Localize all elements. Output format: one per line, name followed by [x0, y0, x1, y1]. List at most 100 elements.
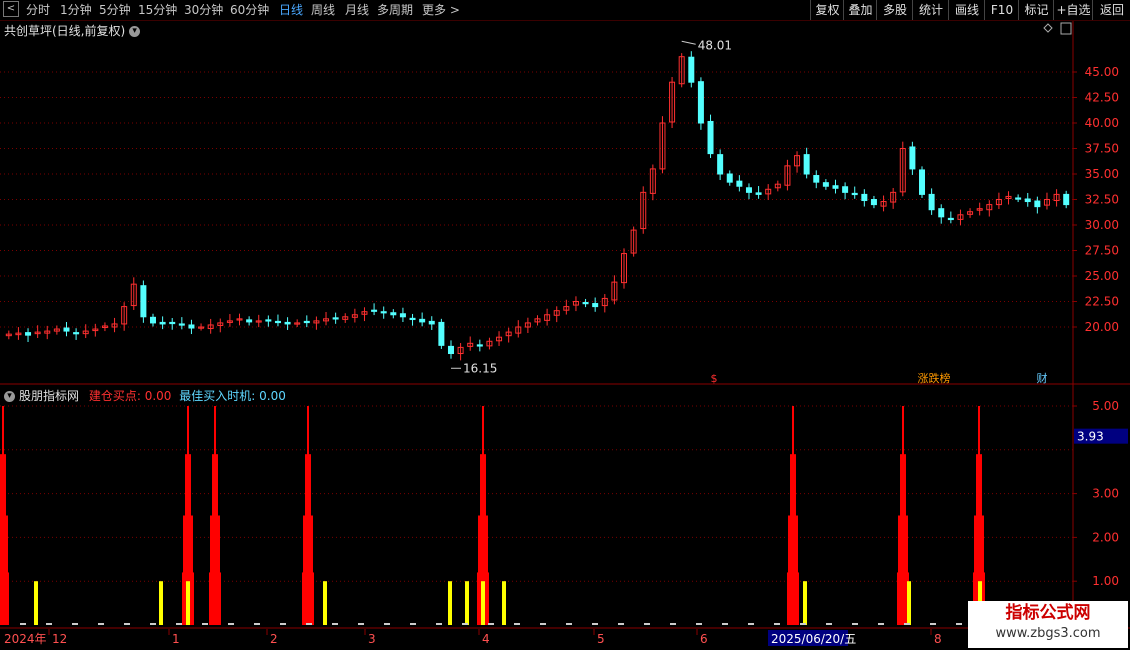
event-marker: 财: [1037, 371, 1048, 385]
x-axis-label: 4: [482, 632, 490, 646]
signal-spike-bar: [7, 572, 9, 625]
candle-body: [938, 208, 945, 218]
signal-spike-bar: [792, 406, 794, 625]
candle-body: [140, 285, 147, 318]
price-tick-label: 25.00: [1085, 269, 1119, 283]
signal-spike-bar: [209, 572, 211, 625]
zero-baseline-mark: [670, 623, 676, 625]
candle-body: [178, 323, 185, 326]
zero-baseline-mark: [852, 623, 858, 625]
zero-baseline-mark: [618, 623, 624, 625]
candle-body: [1015, 197, 1022, 200]
candle-body: [947, 217, 954, 221]
event-marker: $: [711, 372, 718, 385]
diamond-icon: [1043, 23, 1053, 33]
buy-signal-bar: [907, 581, 911, 625]
buy-signal-bar: [34, 581, 38, 625]
zero-baseline-mark: [540, 623, 546, 625]
zero-baseline-mark: [358, 623, 364, 625]
zero-baseline-mark: [20, 623, 26, 625]
candle-body: [582, 302, 589, 305]
price-tick-label: 37.50: [1085, 142, 1119, 156]
signal-spike-bar: [790, 454, 792, 625]
candle-body: [909, 146, 916, 170]
x-axis-label: 2: [270, 632, 278, 646]
candle-body: [688, 56, 695, 83]
zero-baseline-mark: [332, 623, 338, 625]
candle-body: [274, 320, 281, 324]
candle-body: [919, 169, 926, 195]
buy-signal-bar: [159, 581, 163, 625]
signal-spike-bar: [219, 572, 221, 625]
buy-signal-bar: [481, 581, 485, 625]
candle-body: [592, 303, 599, 308]
zero-baseline-mark: [800, 623, 806, 625]
x-axis-label: 2025/06/20/五: [771, 632, 856, 646]
candle-body: [707, 120, 714, 155]
signal-spike-bar: [904, 454, 906, 625]
candle-body: [332, 317, 339, 320]
x-axis-label: 2024年: [4, 632, 47, 646]
zero-baseline-mark: [98, 623, 104, 625]
price-chart[interactable]: 45.0042.5040.0037.5035.0032.5030.0027.50…: [0, 0, 1130, 650]
candle-body: [717, 154, 724, 175]
x-axis-label: 1: [172, 632, 180, 646]
candle-body: [813, 175, 820, 183]
signal-spike-bar: [4, 454, 6, 625]
zero-baseline-mark: [306, 623, 312, 625]
buy-signal-bar: [323, 581, 327, 625]
candle-body: [726, 173, 733, 183]
candle-body: [1034, 200, 1041, 208]
zero-baseline-mark: [878, 623, 884, 625]
signal-spike-bar: [302, 572, 304, 625]
candle-body: [390, 312, 397, 316]
price-tick-label: 35.00: [1085, 167, 1119, 181]
candle-body: [419, 318, 426, 323]
candle-body: [928, 193, 935, 211]
candle-body: [25, 332, 32, 336]
candle-body: [803, 154, 810, 175]
candle-body: [736, 180, 743, 187]
signal-spike-bar: [214, 406, 216, 625]
signal-spike-bar: [897, 572, 899, 625]
indicator-tick-label: 3.00: [1092, 487, 1119, 501]
candle-body: [371, 309, 378, 312]
zero-baseline-mark: [644, 623, 650, 625]
event-marker: 涨跌榜: [918, 371, 951, 385]
signal-spike-bar: [0, 454, 2, 625]
candle-body: [851, 192, 858, 196]
panel-toggle-icon: [1060, 22, 1072, 35]
signal-spike-bar: [192, 572, 194, 625]
zero-baseline-mark: [228, 623, 234, 625]
signal-spike-bar: [212, 454, 214, 625]
signal-spike-bar: [2, 406, 4, 625]
watermark-title: 指标公式网: [1005, 603, 1091, 623]
price-tick-label: 40.00: [1085, 116, 1119, 130]
zero-baseline-mark: [202, 623, 208, 625]
zero-baseline-mark: [124, 623, 130, 625]
zero-baseline-mark: [930, 623, 936, 625]
zero-baseline-mark: [384, 623, 390, 625]
buy-signal-bar: [186, 581, 190, 625]
price-tick-label: 45.00: [1085, 65, 1119, 79]
signal-spike-bar: [477, 572, 479, 625]
candle-body: [1024, 198, 1031, 203]
x-axis-label: 5: [597, 632, 605, 646]
candle-body: [438, 321, 445, 346]
price-tick-label: 20.00: [1085, 320, 1119, 334]
zero-baseline-mark: [46, 623, 52, 625]
x-axis-label: 3: [368, 632, 376, 646]
zero-baseline-mark: [722, 623, 728, 625]
candle-body: [755, 192, 762, 195]
candle-body: [188, 324, 195, 329]
zero-baseline-mark: [826, 623, 832, 625]
x-axis-label: 12: [52, 632, 67, 646]
zero-baseline-mark: [748, 623, 754, 625]
signal-spike-bar: [307, 406, 309, 625]
zero-baseline-mark: [956, 623, 962, 625]
candle-body: [284, 321, 291, 325]
zero-baseline-mark: [176, 623, 182, 625]
candle-body: [246, 319, 253, 323]
watermark-url: www.zbgs3.com: [995, 626, 1101, 641]
buy-signal-bar: [502, 581, 506, 625]
